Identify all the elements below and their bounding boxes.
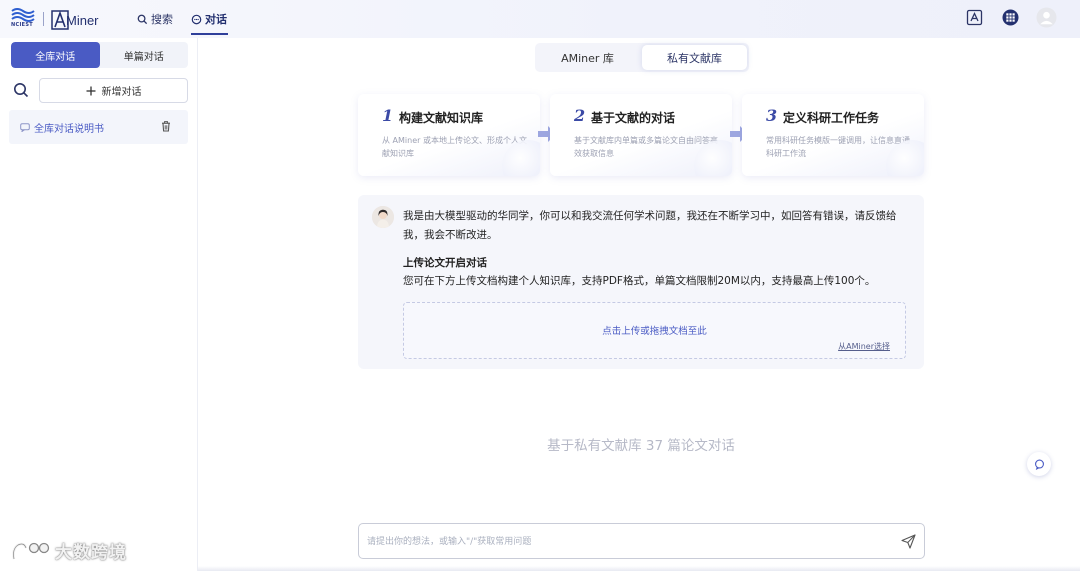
step-title: 构建文献知识库 (399, 111, 484, 125)
chat-mode-tabs: 全库对话 单篇对话 (11, 42, 188, 68)
upload-section-description: 您可在下方上传文档构建个人知识库，支持PDF格式，单篇文档限制20M以内，支持最… (403, 275, 876, 287)
new-chat-button[interactable]: 新增对话 (39, 78, 188, 103)
search-icon (137, 14, 148, 24)
nciest-logo-text: NCIEST (11, 22, 33, 28)
sidebar-search-icon[interactable] (13, 82, 29, 98)
tab-all-library-chat[interactable]: 全库对话 (11, 42, 100, 68)
watermark-logo-icon (12, 542, 50, 559)
nav-chat-label: 对话 (205, 13, 227, 26)
nav-chat[interactable]: 对话 (191, 11, 227, 27)
step-card-literature-chat[interactable]: 2 基于文献的对话 基于文献库内单篇或多篇论文自由问答高效获取信息 (550, 94, 732, 176)
logo-separator (43, 12, 44, 26)
sidebar: 全库对话 单篇对话 新增对话 全库对话说明书 (0, 38, 198, 571)
chat-bubble-icon (1034, 459, 1044, 470)
nav-active-indicator (191, 33, 228, 35)
step-card-build-library[interactable]: 1 构建文献知识库 从 AMiner 或本地上传论文、形成个人文献知识库 (358, 94, 540, 176)
tab-single-paper-chat[interactable]: 单篇对话 (100, 42, 189, 68)
file-dropzone[interactable]: 点击上传或拖拽文档至此 从AMiner选择 (403, 302, 906, 359)
step-number: 2 (574, 106, 586, 125)
translate-icon[interactable] (966, 9, 983, 26)
step-number: 1 (382, 106, 394, 125)
select-from-aminer-link[interactable]: 从AMiner选择 (838, 341, 890, 352)
assistant-intro-message: 我是由大模型驱动的华同学，你可以和我交流任何学术问题，我还在不断学习中，如回答有… (403, 210, 897, 241)
nav-search[interactable]: 搜索 (137, 11, 173, 27)
upload-section-title: 上传论文开启对话 (403, 257, 487, 269)
apps-grid-icon[interactable] (1002, 9, 1019, 26)
library-summary-text: 基于私有文献库 37 篇论文对话 (547, 438, 735, 454)
tab-private-library[interactable]: 私有文献库 (642, 45, 747, 70)
chat-input-box (358, 523, 925, 559)
tab-aminer-library[interactable]: AMiner 库 (535, 43, 640, 72)
new-chat-label: 新增对话 (101, 87, 142, 98)
user-avatar-icon[interactable] (1036, 7, 1057, 28)
step-number: 3 (766, 106, 778, 125)
step-title: 定义科研工作任务 (783, 111, 880, 125)
chat-item-icon (20, 122, 30, 132)
step-card-research-tasks[interactable]: 3 定义科研工作任务 常用科研任务模版一键调用，让信息直通科研工作流 (742, 94, 924, 176)
send-icon[interactable] (901, 534, 916, 549)
plus-icon (86, 86, 95, 95)
aminer-logo-text: Miner (66, 13, 99, 28)
library-tabs: AMiner 库 私有文献库 (535, 43, 749, 72)
watermark-text: 大数跨境 (55, 543, 127, 563)
chat-input[interactable] (367, 533, 887, 551)
chat-bubble-icon (191, 14, 202, 24)
trash-icon[interactable] (161, 121, 171, 132)
assistant-message-panel: 我是由大模型驱动的华同学，你可以和我交流任何学术问题，我还在不断学习中，如回答有… (358, 195, 924, 369)
bottom-shadow (198, 566, 1080, 571)
assistant-avatar (372, 206, 394, 228)
chat-list-item-label: 全库对话说明书 (34, 123, 104, 135)
watermark: 大数跨境 (10, 538, 127, 563)
step-title: 基于文献的对话 (591, 111, 676, 125)
top-bar: NCIEST Miner 搜索 对话 (0, 0, 1080, 38)
dropzone-label: 点击上传或拖拽文档至此 (602, 326, 707, 337)
nav-search-label: 搜索 (151, 13, 173, 26)
chat-list-item[interactable]: 全库对话说明书 (9, 110, 188, 144)
floating-chat-button[interactable] (1027, 452, 1051, 476)
